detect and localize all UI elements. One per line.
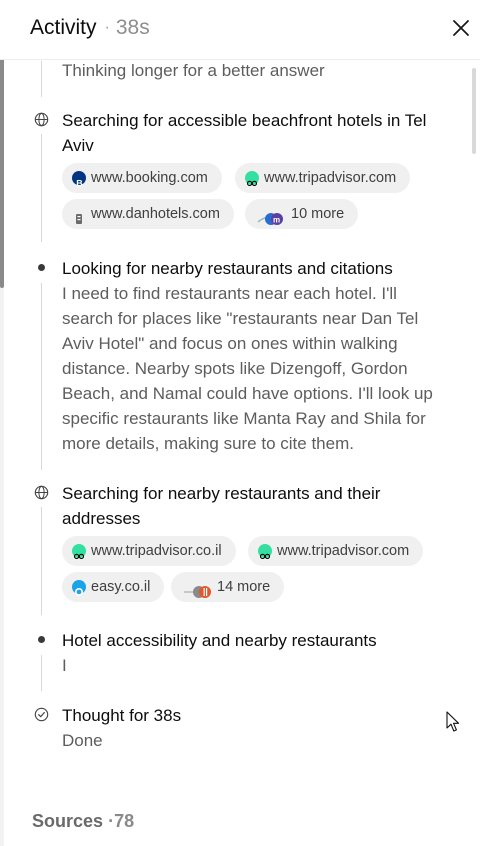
chip-label: www.booking.com [91,170,208,186]
close-icon[interactable] [450,17,472,39]
mouse-cursor-icon [446,711,460,732]
tripadvisor-icon [258,544,272,560]
globe-icon [34,485,49,500]
title-text: Activity [30,16,97,39]
thought-line: search for places like "restaurants near… [62,309,419,328]
source-chip-easy[interactable]: easy.co.il [62,572,165,602]
panel-title: Activity · 38s [30,16,150,40]
source-chip-booking[interactable]: B www.booking.com [62,163,222,193]
more-sources-chip[interactable]: m 10 more [245,199,359,229]
tripadvisor-icon [72,544,86,560]
source-chip-tripadvisor[interactable]: www.tripadvisor.com [235,163,411,193]
activity-header: Activity · 38s [0,0,480,60]
thought-title: Hotel accessibility and nearby restauran… [62,631,377,650]
sources-heading[interactable]: Sources ·78 [32,811,134,832]
chip-label: easy.co.il [91,579,151,595]
search-title-line: Searching for accessible beachfront hote… [62,111,427,130]
search-title-line: Aviv [62,136,94,155]
timeline-line [41,283,42,470]
right-scroll-thumb[interactable] [472,68,476,154]
thought-line: I need to find restaurants near each hot… [62,284,397,303]
bullet-icon [38,264,45,271]
bullet-icon [38,636,45,643]
svg-text:m: m [273,216,280,225]
sources-label: Sources [32,811,104,831]
source-chip-danhotels[interactable]: www.danhotels.com [62,199,234,229]
search-title-line: addresses [62,509,141,528]
chip-label: www.danhotels.com [91,206,220,222]
sources-count: 78 [114,811,135,831]
chip-label: 14 more [217,579,271,595]
timeline-line [41,655,42,691]
danhotels-icon [72,207,86,224]
check-circle-icon [34,707,49,722]
thought-body: I [62,656,67,675]
stacked-favicons-icon: m [257,207,287,225]
source-chip-tripadvisor-il[interactable]: www.tripadvisor.co.il [62,536,236,566]
thought-line: Beach, and Namal could have options. I'l… [62,384,433,403]
chip-label: www.tripadvisor.co.il [91,543,222,559]
done-title: Thought for 38s [62,706,182,725]
elapsed-time: 38s [115,16,150,39]
stacked-favicons-icon [183,580,213,598]
search-title: Searching for accessible beachfront hote… [62,108,426,158]
timeline-line [41,61,42,97]
timeline-line [41,507,42,615]
thought-line: Aviv Hotel" and focus on ones within wal… [62,334,398,353]
globe-icon [34,112,49,127]
thought-line: distance. Nearby spots like Dizengoff, G… [62,359,408,378]
chip-label: 10 more [291,206,345,222]
chip-label: www.tripadvisor.com [277,543,410,559]
easy-icon [72,580,86,597]
thought-body: I need to find restaurants near each hot… [62,281,433,456]
thought-title: Looking for nearby restaurants and citat… [62,259,393,278]
timeline-line [41,134,42,242]
more-sources-chip[interactable]: 14 more [171,572,285,602]
tripadvisor-icon [245,171,259,187]
done-status: Done [62,731,103,750]
thought-line: more details, making sure to cite them. [62,434,354,453]
chip-label: www.tripadvisor.com [264,170,397,186]
search-title-line: Searching for nearby restaurants and the… [62,484,381,503]
svg-text:B: B [76,179,83,189]
booking-icon: B [72,171,86,189]
title-separator: · [104,19,110,36]
source-chip-tripadvisor[interactable]: www.tripadvisor.com [248,536,424,566]
search-title: Searching for nearby restaurants and the… [62,481,380,531]
thought-line: specific restaurants like Manta Ray and … [62,409,426,428]
thinking-text: Thinking longer for a better answer [62,61,325,80]
